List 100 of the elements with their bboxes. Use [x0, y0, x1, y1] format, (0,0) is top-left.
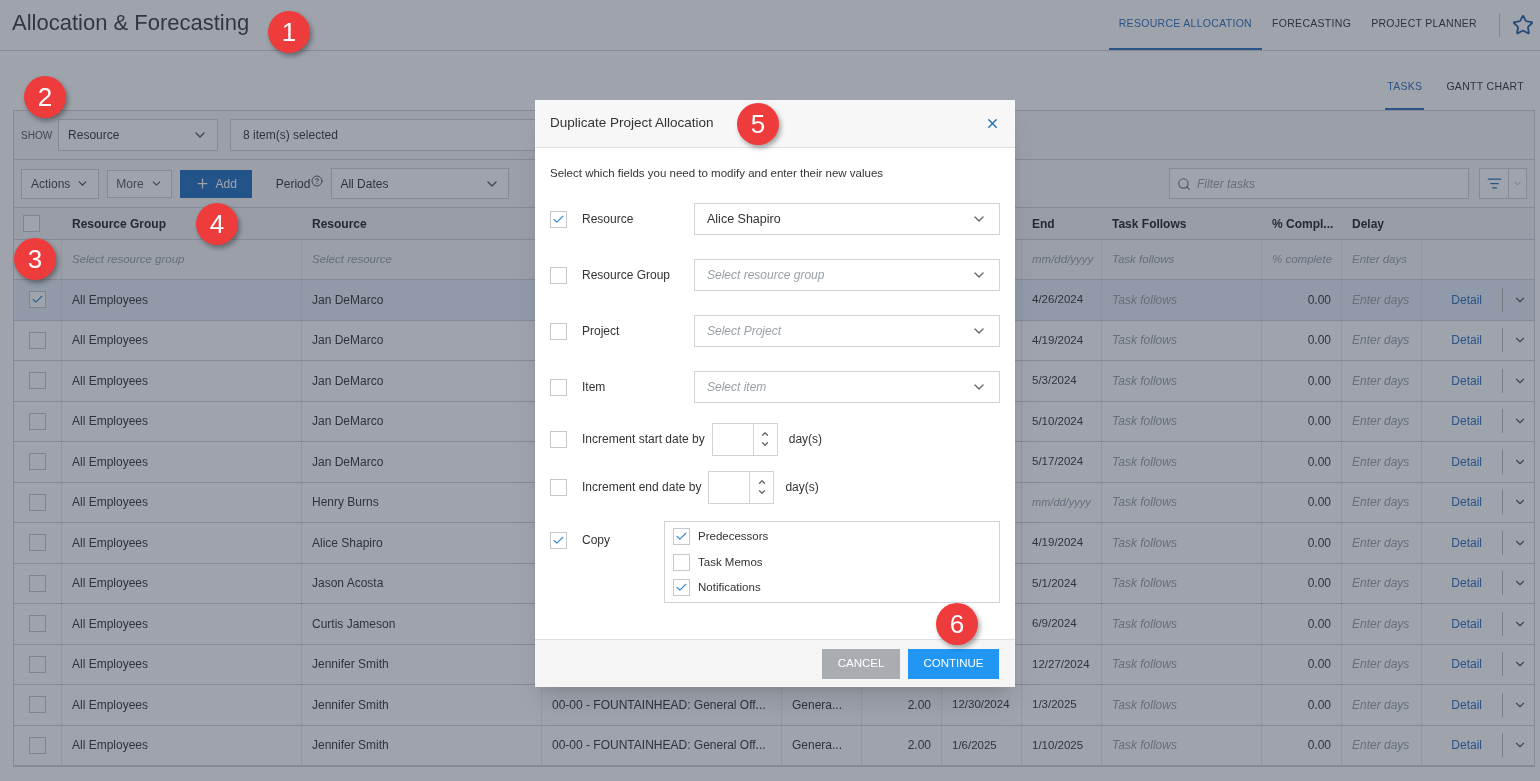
detail-link[interactable]: Detail: [1451, 574, 1482, 593]
task-follows-input[interactable]: Task follows: [1112, 452, 1177, 471]
task-follows-input[interactable]: Task follows: [1112, 533, 1177, 552]
delay-input[interactable]: Enter days: [1352, 371, 1410, 390]
task-follows-input[interactable]: Task follows: [1112, 493, 1177, 512]
filter-field[interactable]: Filter tasks: [1169, 168, 1469, 199]
delay-input[interactable]: Enter days: [1352, 533, 1410, 552]
checkbox[interactable]: [29, 534, 46, 552]
task-follows-input[interactable]: Task follows: [1112, 371, 1177, 390]
show-select[interactable]: Resource: [58, 119, 219, 151]
delay-input[interactable]: Enter days: [1352, 736, 1410, 755]
task-follows-input[interactable]: Task follows: [1112, 614, 1177, 633]
detail-link[interactable]: Detail: [1451, 452, 1482, 471]
table-cell-text: 00-00 - FOUNTAINHEAD: General Off...: [552, 737, 766, 755]
checkbox[interactable]: [29, 331, 46, 349]
table-cell-text: 00-00 - FOUNTAINHEAD: General Off...: [552, 696, 766, 714]
delay-input[interactable]: Enter days: [1352, 655, 1410, 674]
view-tab[interactable]: GANTT CHART: [1444, 65, 1526, 110]
field-label: Increment end date by: [582, 479, 702, 497]
detail-link[interactable]: Detail: [1451, 412, 1482, 431]
unit-label: day(s): [788, 431, 823, 449]
checkbox[interactable]: [29, 493, 46, 511]
checkbox[interactable]: [29, 291, 46, 309]
checkbox[interactable]: [673, 528, 690, 546]
table-cell-text: 4/19/2024: [1032, 332, 1084, 348]
close-icon[interactable]: [985, 116, 1000, 131]
checkbox[interactable]: [29, 453, 46, 471]
checkbox[interactable]: [673, 578, 690, 596]
task-follows-input[interactable]: Task follows: [1112, 736, 1177, 755]
detail-link[interactable]: Detail: [1451, 533, 1482, 552]
period-select[interactable]: All Dates: [331, 168, 510, 199]
task-follows-input[interactable]: Task follows: [1112, 695, 1177, 714]
select-field[interactable]: Select Project: [694, 315, 1000, 348]
detail-link[interactable]: Detail: [1451, 695, 1482, 714]
checkbox[interactable]: [550, 531, 567, 549]
task-follows-input[interactable]: Task follows: [1112, 331, 1177, 350]
checkbox[interactable]: [23, 215, 40, 232]
nav-tab[interactable]: RESOURCE ALLOCATION: [1108, 0, 1262, 50]
column-header[interactable]: End: [1032, 214, 1055, 233]
detail-link[interactable]: Detail: [1451, 655, 1482, 674]
column-header[interactable]: Task Follows: [1112, 214, 1187, 233]
filter-button[interactable]: [1479, 168, 1527, 199]
checkbox[interactable]: [550, 210, 567, 228]
nav-tab[interactable]: FORECASTING: [1262, 0, 1362, 50]
column-header[interactable]: Resource: [312, 214, 367, 233]
checkbox[interactable]: [29, 372, 46, 390]
table-cell-text: 5/10/2024: [1032, 413, 1084, 429]
cancel-button[interactable]: CANCEL: [822, 648, 900, 679]
checkbox[interactable]: [29, 696, 46, 714]
column-header[interactable]: % Compl...: [1272, 214, 1334, 233]
delay-input[interactable]: Enter days: [1352, 493, 1410, 512]
date-input[interactable]: mm/dd/yyyy: [1032, 494, 1091, 511]
detail-link[interactable]: Detail: [1451, 736, 1482, 755]
table-cell-text: 2.00: [907, 737, 931, 755]
select-field[interactable]: Select resource group: [694, 259, 1000, 292]
detail-link[interactable]: Detail: [1451, 493, 1482, 512]
checkbox[interactable]: [29, 412, 46, 430]
detail-link[interactable]: Detail: [1451, 371, 1482, 390]
delay-input[interactable]: Enter days: [1352, 614, 1410, 633]
callout-badge: 2: [24, 76, 66, 118]
star-icon[interactable]: [1512, 14, 1534, 36]
more-button[interactable]: More: [107, 169, 172, 198]
plus-icon: [194, 176, 210, 191]
detail-link[interactable]: Detail: [1451, 331, 1482, 350]
checkbox[interactable]: [550, 430, 567, 448]
field-label: Resource Group: [582, 267, 671, 285]
actions-button[interactable]: Actions: [21, 168, 100, 199]
checkbox[interactable]: [29, 736, 46, 754]
add-button[interactable]: Add: [179, 169, 252, 198]
checkbox[interactable]: [673, 553, 690, 571]
column-header[interactable]: Delay: [1352, 214, 1385, 233]
table-cell-text: Jan DeMarco: [312, 372, 384, 390]
task-follows-input[interactable]: Task follows: [1112, 574, 1177, 593]
detail-link[interactable]: Detail: [1451, 290, 1482, 309]
column-header[interactable]: Resource Group: [72, 214, 167, 233]
select-field[interactable]: Select item: [694, 371, 1000, 404]
checkbox[interactable]: [550, 266, 567, 284]
nav-tab[interactable]: PROJECT PLANNER: [1361, 0, 1487, 50]
delay-input[interactable]: Enter days: [1352, 695, 1410, 714]
table-cell-text: All Employees: [72, 453, 149, 471]
checkbox[interactable]: [29, 655, 46, 673]
checkbox[interactable]: [550, 478, 567, 496]
table-cell-text: 4/19/2024: [1032, 535, 1084, 551]
table-cell-text: 0.00: [1307, 494, 1331, 512]
select-field[interactable]: Alice Shapiro: [694, 203, 1000, 236]
checkbox[interactable]: [550, 322, 567, 340]
table-cell-text: All Employees: [72, 413, 149, 431]
help-icon[interactable]: [311, 174, 324, 187]
detail-link[interactable]: Detail: [1451, 614, 1482, 633]
task-follows-input[interactable]: Task follows: [1112, 655, 1177, 674]
delay-input[interactable]: Enter days: [1352, 331, 1410, 350]
delay-input[interactable]: Enter days: [1352, 452, 1410, 471]
delay-input[interactable]: Enter days: [1352, 412, 1410, 431]
checkbox[interactable]: [29, 574, 46, 592]
task-follows-input[interactable]: Task follows: [1112, 412, 1177, 431]
checkbox[interactable]: [29, 615, 46, 633]
delay-input[interactable]: Enter days: [1352, 574, 1410, 593]
field-label: Item: [582, 379, 606, 397]
continue-button[interactable]: CONTINUE: [908, 648, 999, 679]
checkbox[interactable]: [550, 378, 567, 396]
